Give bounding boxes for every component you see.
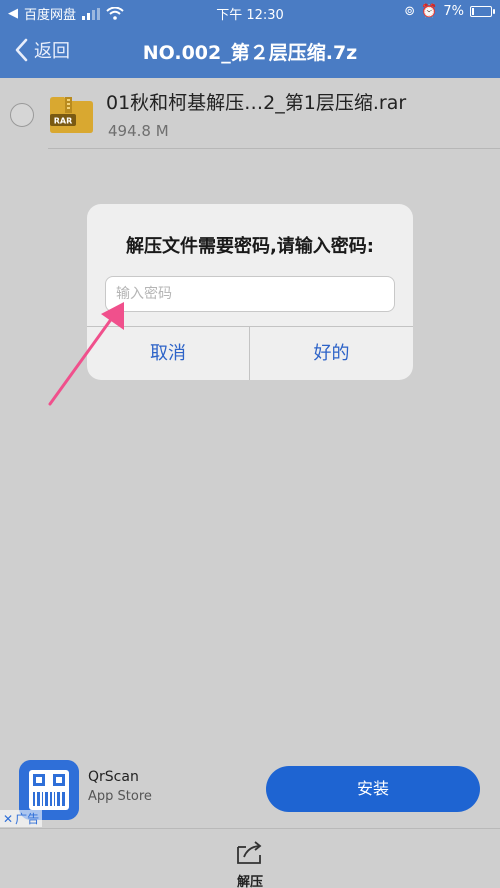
ad-banner[interactable]: QrScan App Store ✕ 广告 安装 [0,752,500,828]
ad-tag-label: 广告 [15,812,40,826]
ad-app-name: QrScan [88,769,139,785]
extract-button[interactable]: 解压 [222,839,278,888]
close-icon[interactable]: ✕ [3,812,13,826]
status-right: ⊚ ⏰ 7% [404,4,495,19]
cancel-button[interactable]: 取消 [87,327,249,380]
password-input[interactable] [105,276,395,312]
install-button[interactable]: 安装 [266,766,480,812]
rar-icon-label: RAR [54,117,73,126]
extract-label: 解压 [236,875,263,888]
page-title: NO.002_第２层压缩.7z [142,42,358,64]
alarm-icon: ⏰ [421,4,438,19]
status-bar: ◀ 百度网盘 下午 12:30 ⊚ ⏰ 7% [0,0,500,24]
dialog-title: 解压文件需要密码,请输入密码: [125,236,375,257]
file-list-item[interactable]: RAR 01秋和柯基解压…2_第1层压缩.rar 494.8 M [0,78,500,150]
extract-icon [237,841,262,864]
file-name: 01秋和柯基解压…2_第1层压缩.rar [106,92,407,114]
battery-percent: 7% [443,4,464,19]
rotation-lock-icon: ⊚ [404,4,416,19]
battery-icon [470,6,495,17]
file-size: 494.8 M [108,122,169,140]
row-divider [48,148,500,149]
rar-archive-icon: RAR [50,97,93,133]
select-radio[interactable] [10,103,34,127]
bottom-toolbar: 解压 [0,828,500,888]
ok-button[interactable]: 好的 [250,327,413,380]
ad-tag[interactable]: ✕ 广告 [0,810,43,827]
password-dialog: 解压文件需要密码,请输入密码: 取消 好的 [87,204,413,380]
ad-store-name: App Store [88,789,152,804]
nav-bar: 返回 NO.002_第２层压缩.7z [0,24,500,78]
battery-fill [472,8,474,15]
